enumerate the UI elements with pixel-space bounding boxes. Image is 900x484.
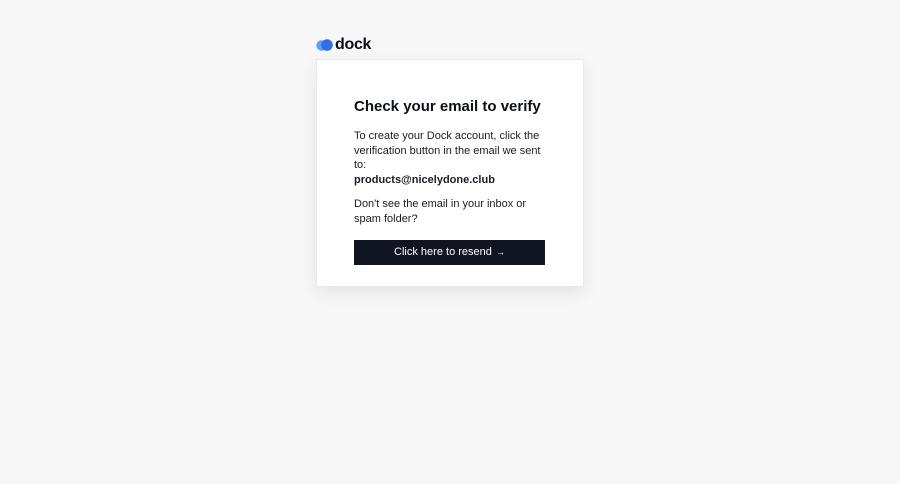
verify-email-page: dock Check your email to verify To creat…	[0, 0, 900, 484]
verify-card: Check your email to verify To create you…	[316, 59, 584, 287]
instructions-text: To create your Dock account, click the v…	[354, 129, 546, 187]
cloud-logo-icon	[316, 39, 333, 51]
help-text: Don't see the email in your inbox or spa…	[354, 198, 527, 225]
verify-card-content: Check your email to verify To create you…	[354, 97, 546, 265]
resend-button-label: Click here to resend	[394, 246, 492, 258]
recipient-email: products@nicelydone.club	[354, 173, 495, 186]
brand-name: dock	[335, 36, 372, 53]
resend-button[interactable]: Click here to resend →	[354, 240, 545, 265]
instructions-body: To create your Dock account, click the v…	[354, 130, 541, 171]
arrow-right-icon: →	[495, 247, 505, 257]
brand-logo[interactable]: dock	[316, 36, 371, 54]
page-title: Check your email to verify	[354, 98, 541, 115]
